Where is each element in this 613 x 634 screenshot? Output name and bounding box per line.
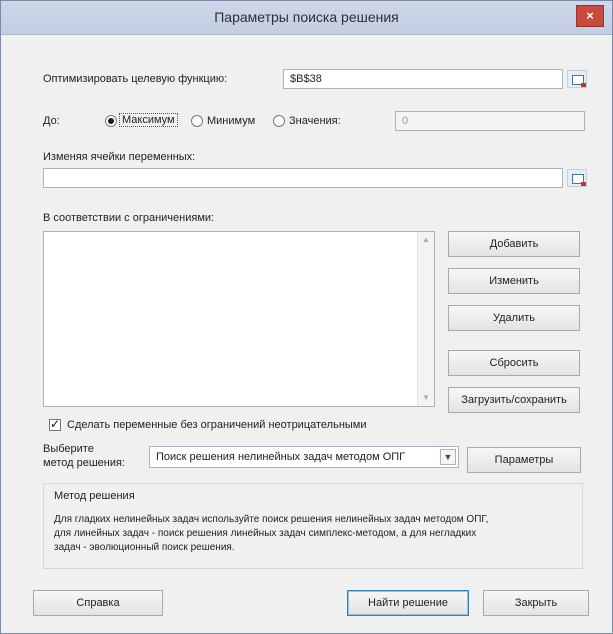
help-button[interactable]: Справка — [33, 590, 163, 616]
radio-max-label: Максимум — [119, 113, 178, 127]
scroll-down-icon[interactable]: ▼ — [422, 394, 430, 402]
radio-value-label: Значения: — [289, 115, 341, 127]
close-button[interactable]: Закрыть — [483, 590, 589, 616]
radio-max[interactable] — [105, 115, 117, 127]
title-bar: Параметры поиска решения × — [1, 1, 612, 35]
constraints-list[interactable]: ▲ ▼ — [43, 231, 435, 407]
variables-label: Изменяя ячейки переменных: — [43, 151, 196, 163]
method-description-group: Метод решения Для гладких нелинейных зад… — [43, 483, 583, 569]
dialog-title: Параметры поиска решения — [214, 9, 399, 25]
range-select-icon — [572, 174, 586, 186]
method-description-title: Метод решения — [54, 490, 135, 502]
objective-range-picker-button[interactable] — [567, 70, 587, 88]
nonnegative-checkbox[interactable] — [49, 417, 61, 431]
radio-min-label: Минимум — [207, 115, 256, 127]
add-constraint-button[interactable]: Добавить — [448, 231, 580, 257]
solve-button[interactable]: Найти решение — [347, 590, 469, 616]
chevron-down-icon[interactable]: ▼ — [440, 449, 456, 465]
solver-dialog: Параметры поиска решения × Оптимизироват… — [0, 0, 613, 634]
radio-min[interactable] — [191, 115, 203, 127]
delete-constraint-button[interactable]: Удалить — [448, 305, 580, 331]
change-constraint-button[interactable]: Изменить — [448, 268, 580, 294]
constraints-scrollbar[interactable]: ▲ ▼ — [417, 232, 434, 406]
method-select-value: Поиск решения нелинейных задач методом О… — [156, 451, 406, 463]
objective-label: Оптимизировать целевую функцию: — [43, 73, 228, 85]
objective-field[interactable]: $B$38 — [283, 69, 563, 89]
scroll-up-icon[interactable]: ▲ — [422, 236, 430, 244]
close-window-button[interactable]: × — [576, 5, 604, 27]
variables-range-picker-button[interactable] — [567, 169, 587, 187]
constraints-label: В соответствии с ограничениями: — [43, 212, 215, 224]
to-label: До: — [43, 115, 60, 127]
variables-field[interactable] — [43, 168, 563, 188]
method-select[interactable]: Поиск решения нелинейных задач методом О… — [149, 446, 459, 468]
method-label-line2: метод решения: — [43, 457, 125, 469]
method-description-line1: Для гладких нелинейных задач используйте… — [54, 514, 489, 525]
reset-all-button[interactable]: Сбросить — [448, 350, 580, 376]
target-value-field[interactable]: 0 — [395, 111, 585, 131]
nonnegative-label: Сделать переменные без ограничений неотр… — [67, 419, 367, 431]
close-icon: × — [586, 8, 594, 23]
method-description-line3: задач - эволюционный поиск решения. — [54, 542, 235, 553]
method-description-line2: для линейных задач - поиск решения линей… — [54, 528, 477, 539]
radio-max-label-wrap: Максимум — [119, 113, 178, 127]
method-label-line1: Выберите — [43, 443, 94, 455]
load-save-button[interactable]: Загрузить/сохранить — [448, 387, 580, 413]
method-options-button[interactable]: Параметры — [467, 447, 581, 473]
radio-value[interactable] — [273, 115, 285, 127]
range-select-icon — [572, 75, 586, 87]
